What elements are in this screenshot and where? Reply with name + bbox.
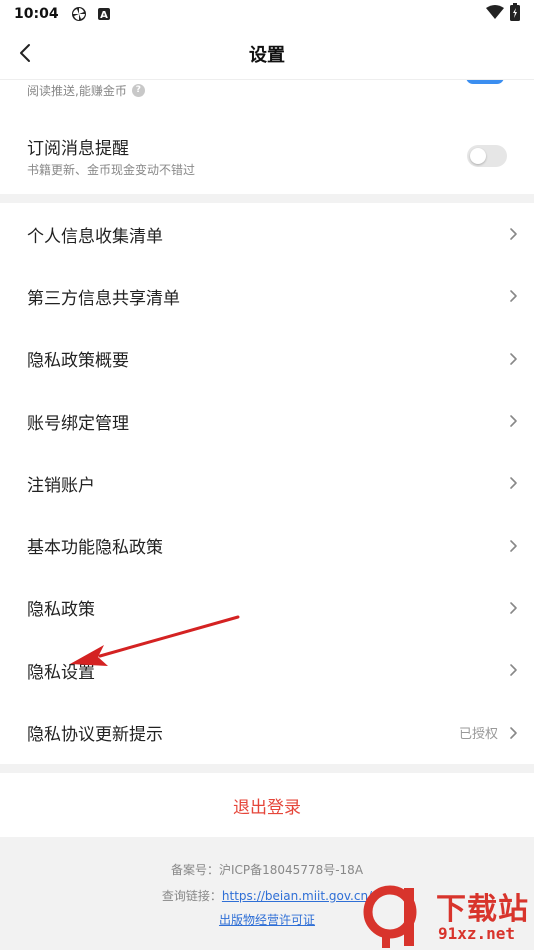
record-label: 备案号：: [170, 863, 219, 877]
chevron-right-icon: [508, 601, 518, 615]
list-item-label: 隐私设置: [27, 662, 95, 683]
chevron-right-icon: [508, 663, 518, 677]
list-item-basic-privacy[interactable]: 基本功能隐私政策: [0, 514, 534, 576]
status-bar: 10:04 A: [0, 0, 534, 28]
list-item-account-binding[interactable]: 账号绑定管理: [0, 390, 534, 452]
page-title: 设置: [249, 44, 285, 66]
record-line: 备案号：沪ICP备18045778号-18A: [0, 861, 534, 878]
chevron-left-icon: [20, 44, 30, 62]
chevron-right-icon: [508, 227, 518, 241]
a-box-icon: A: [97, 7, 111, 21]
pinwheel-icon: [71, 6, 87, 22]
list-item-label: 基本功能隐私政策: [27, 538, 163, 559]
list-item-label: 注销账户: [27, 475, 95, 496]
list-item-label: 隐私协议更新提示: [27, 725, 163, 746]
chevron-right-icon: [508, 414, 518, 428]
notification-section: 阅读推送,能赚金币 ? 订阅消息提醒 书籍更新、金币现金变动不错过: [0, 80, 534, 194]
subscription-toggle[interactable]: [467, 145, 507, 167]
query-label: 查询链接：: [161, 889, 222, 903]
watermark-sub: 91xz.net: [438, 924, 516, 943]
reading-push-row: 阅读推送,能赚金币 ?: [27, 80, 145, 100]
logout-section: 退出登录: [0, 773, 534, 837]
nav-bar: 设置: [0, 28, 534, 80]
watermark-logo-icon: [363, 885, 417, 948]
query-link[interactable]: https://beian.miit.gov.cn/: [222, 889, 372, 903]
list-item-label: 第三方信息共享清单: [27, 288, 180, 309]
chevron-right-icon: [508, 289, 518, 303]
list-item-label: 隐私政策: [27, 600, 95, 621]
svg-text:A: A: [100, 10, 108, 21]
chevron-right-icon: [508, 726, 518, 740]
list-item-label: 个人信息收集清单: [27, 226, 163, 247]
list-item-privacy-policy[interactable]: 隐私政策: [0, 577, 534, 639]
list-item-third-party[interactable]: 第三方信息共享清单: [0, 265, 534, 327]
status-time: 10:04: [14, 6, 59, 22]
watermark: 下载站 91xz.net: [360, 880, 534, 950]
chevron-right-icon: [508, 476, 518, 490]
subscription-reminder-row: 订阅消息提醒 书籍更新、金币现金变动不错过: [0, 116, 534, 194]
back-button[interactable]: [10, 38, 40, 68]
list-item-label: 隐私政策概要: [27, 351, 129, 372]
privacy-list: 个人信息收集清单 第三方信息共享清单 隐私政策概要 账号绑定管理 注销账户 基本…: [0, 203, 534, 764]
list-item-privacy-settings[interactable]: 隐私设置: [0, 639, 534, 701]
list-item-personal-info[interactable]: 个人信息收集清单: [0, 203, 534, 265]
battery-charging-icon: [510, 3, 520, 25]
toggle-knob: [470, 148, 486, 164]
list-item-cancel-account[interactable]: 注销账户: [0, 452, 534, 514]
license-link[interactable]: 出版物经营许可证: [219, 913, 315, 927]
subscription-desc: 书籍更新、金币现金变动不错过: [27, 163, 196, 177]
logout-button[interactable]: 退出登录: [233, 793, 301, 818]
watermark-title: 下载站: [436, 892, 529, 927]
question-icon[interactable]: ?: [131, 83, 145, 97]
list-item-label: 账号绑定管理: [27, 413, 129, 434]
authorized-status: 已授权: [458, 727, 498, 743]
reading-push-toggle[interactable]: [466, 80, 504, 84]
chevron-right-icon: [508, 539, 518, 553]
list-item-privacy-summary[interactable]: 隐私政策概要: [0, 328, 534, 390]
wifi-icon: [486, 5, 504, 23]
subscription-title: 订阅消息提醒: [27, 139, 129, 159]
list-item-privacy-update-notice[interactable]: 隐私协议更新提示 已授权: [0, 701, 534, 763]
record-value: 沪ICP备18045778号-18A: [218, 863, 364, 877]
chevron-right-icon: [508, 352, 518, 366]
reading-push-desc: 阅读推送,能赚金币: [27, 83, 127, 98]
